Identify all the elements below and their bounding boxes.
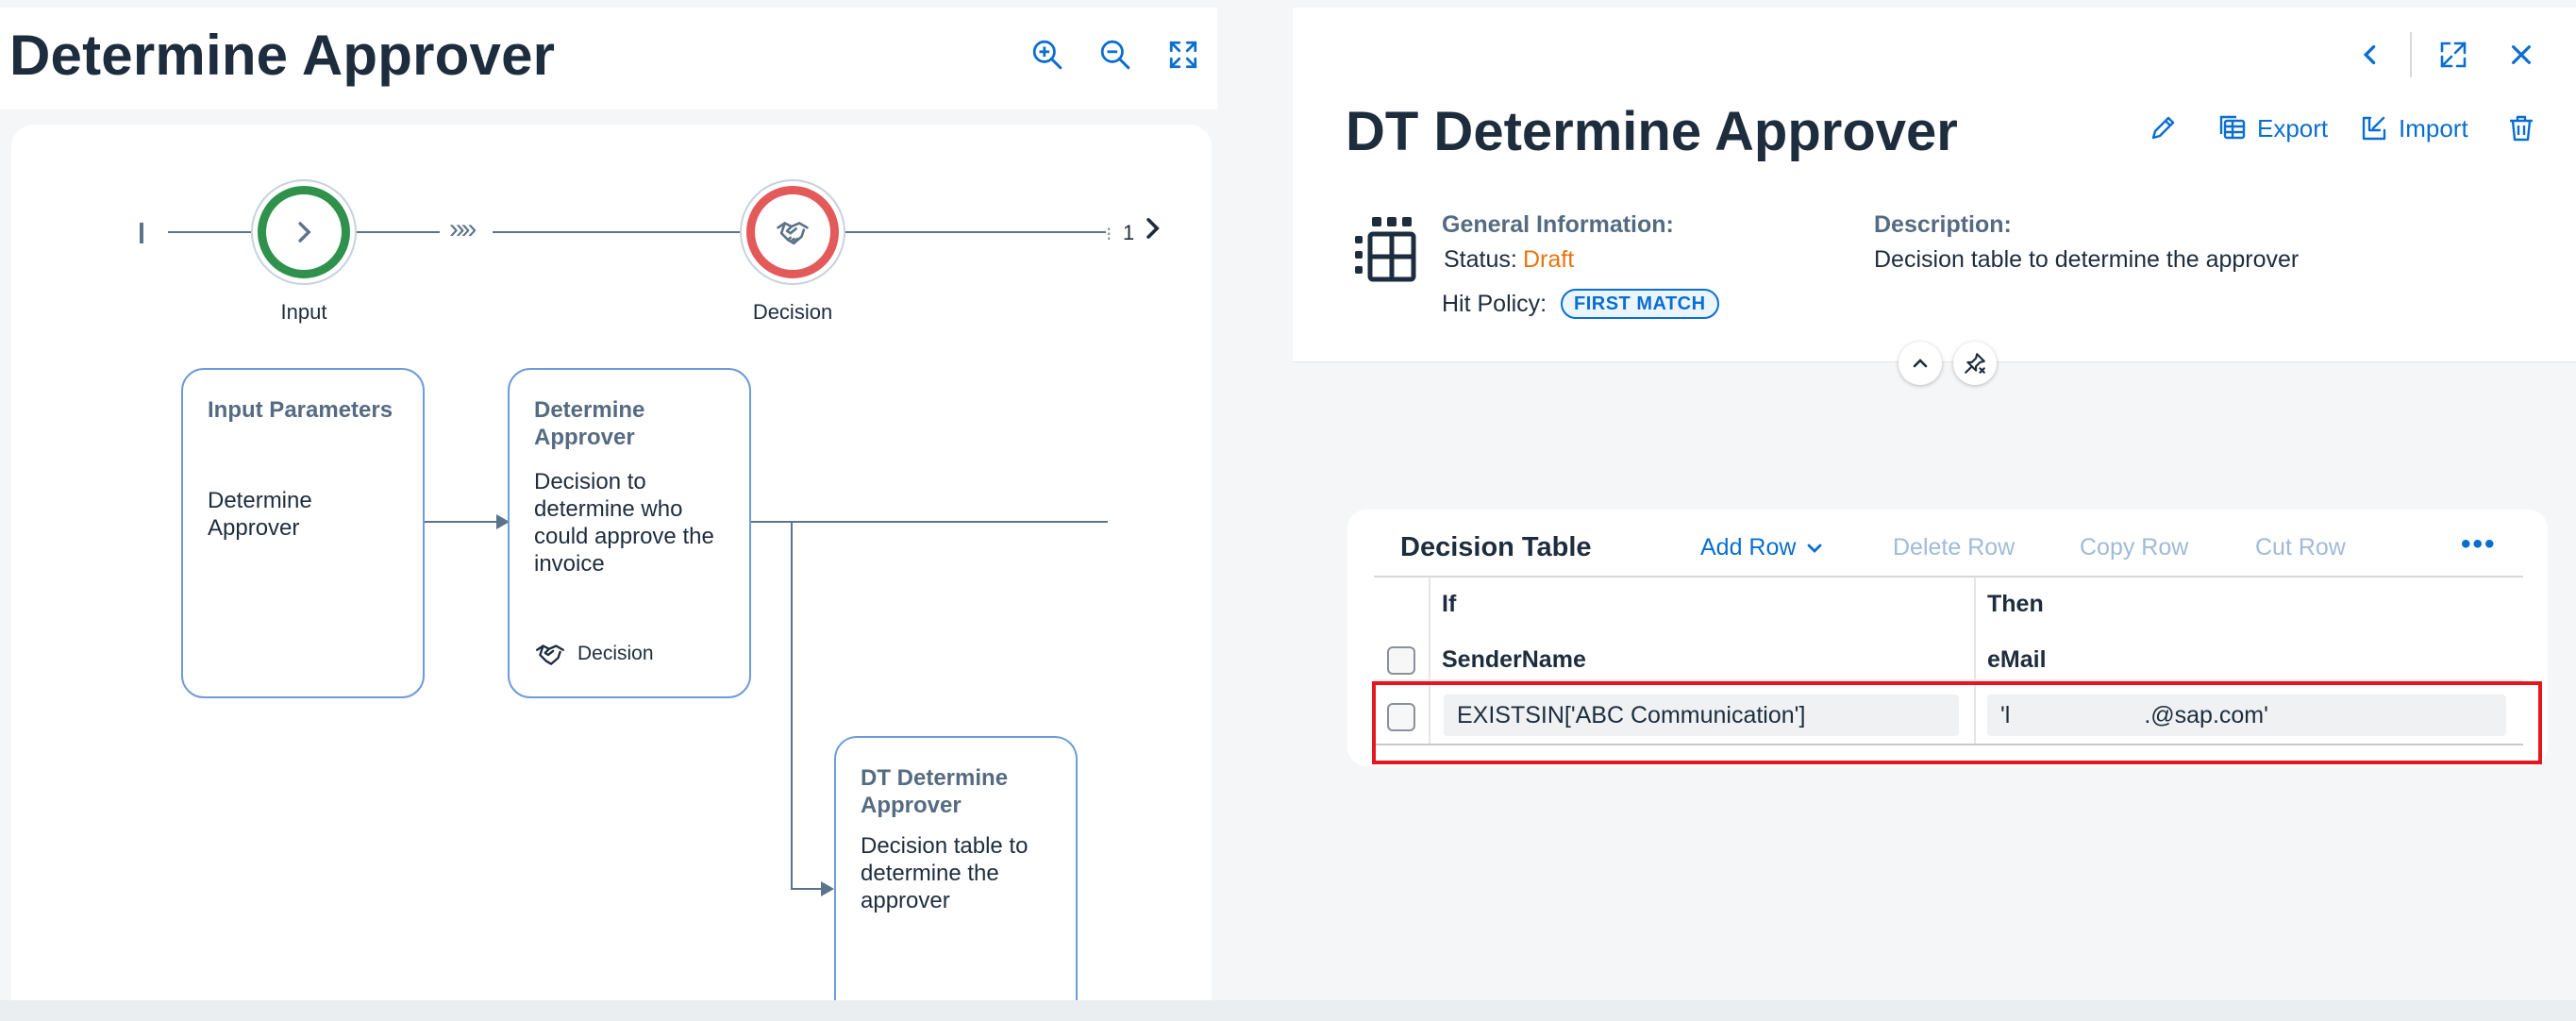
full-screen-icon	[2440, 42, 2467, 68]
column-header-email: eMail	[1987, 646, 2047, 673]
node-title: DT Determine Approver	[861, 765, 1009, 818]
fit-screen-button[interactable]	[1157, 28, 1210, 81]
import-icon	[2362, 116, 2386, 141]
timeline-connector	[493, 231, 740, 233]
status-value: Draft	[1523, 246, 1575, 273]
step-label-decision: Decision	[752, 300, 833, 324]
zoom-in-icon	[1032, 40, 1062, 70]
node-type: Decision	[534, 638, 654, 670]
then-group-header: Then	[1987, 591, 2044, 617]
edit-button[interactable]	[2148, 113, 2178, 143]
timeline-connector	[168, 231, 253, 233]
handshake-icon	[536, 644, 564, 665]
pencil-icon	[2151, 116, 2175, 140]
full-screen-button[interactable]	[2433, 34, 2474, 75]
timeline-connector	[844, 231, 1106, 233]
node-description: Decision to determine who could approve …	[534, 469, 714, 577]
overflow-menu-button[interactable]: •••	[2461, 528, 2497, 561]
flow-connector	[425, 521, 506, 523]
pin-icon	[1965, 353, 1985, 374]
timeline-connector	[355, 231, 440, 233]
decision-table-title: Decision Table	[1400, 532, 1592, 562]
handshake-icon	[777, 222, 809, 245]
page-title: Determine Approver	[9, 24, 556, 87]
node-title: Input Parameters	[208, 397, 393, 423]
pane-gutter	[1217, 0, 1293, 1000]
decision-table-icon	[1353, 215, 1419, 292]
step-label-input: Input	[280, 300, 327, 324]
node-type-label: Decision	[577, 643, 654, 664]
object-title: DT Determine Approver	[1346, 101, 1958, 162]
step-decision[interactable]	[740, 179, 845, 285]
import-label: Import	[2399, 113, 2468, 142]
copy-row-button[interactable]: Copy Row	[2080, 534, 2188, 561]
chevron-right-icon	[298, 222, 311, 243]
node-description: Determine Approver	[208, 488, 312, 541]
node-determine-approver[interactable]: Determine Approver Decision to determine…	[508, 368, 751, 698]
export-icon	[2219, 115, 2246, 140]
pin-header-button[interactable]	[1953, 342, 1997, 385]
more-icon: •••	[2461, 528, 2497, 560]
highlighted-row-annotation	[1372, 681, 2542, 764]
fit-screen-icon	[1169, 41, 1197, 69]
step-input[interactable]	[251, 179, 357, 285]
trash-icon	[2510, 115, 2533, 142]
flow-connector	[751, 521, 1108, 523]
if-group-header: If	[1442, 591, 1457, 617]
export-button[interactable]: Export	[2217, 113, 2328, 143]
timeline-overflow-icon: ⁝	[1106, 225, 1112, 245]
description-text: Decision table to determine the approver	[1874, 246, 2300, 273]
close-icon	[2512, 45, 2531, 64]
back-button[interactable]	[2351, 36, 2389, 74]
next-page-button[interactable]	[1140, 215, 1166, 247]
add-row-label: Add Row	[1700, 534, 1797, 561]
chevron-down-icon	[1808, 544, 1822, 553]
flow-connector	[791, 521, 793, 889]
cut-row-button[interactable]: Cut Row	[2255, 534, 2346, 561]
status-label: Status:	[1444, 246, 1517, 273]
hit-policy-label: Hit Policy:	[1442, 291, 1547, 317]
description-heading: Description:	[1874, 211, 2012, 238]
timeline-start-marker	[140, 223, 143, 243]
delete-button[interactable]	[2506, 113, 2536, 143]
header-divider	[2410, 32, 2412, 77]
column-header-sendername: SenderName	[1442, 646, 1586, 673]
import-button[interactable]: Import	[2359, 113, 2468, 143]
node-dt-determine-approver[interactable]: DT Determine Approver Decision table to …	[834, 736, 1078, 1021]
node-description: Decision table to determine the approver	[861, 833, 1029, 913]
page-number: 1	[1123, 221, 1135, 244]
export-label: Export	[2257, 113, 2329, 142]
node-title: Determine Approver	[534, 397, 645, 450]
zoom-in-button[interactable]	[1021, 28, 1074, 81]
node-input-parameters[interactable]: Input Parameters Determine Approver	[181, 368, 425, 698]
hit-policy-badge: FIRST MATCH	[1561, 289, 1719, 319]
more-steps-icon: »»	[449, 213, 477, 244]
table-header-divider	[1374, 576, 2523, 577]
zoom-out-icon	[1100, 40, 1130, 70]
add-row-button[interactable]: Add Row	[1700, 534, 1824, 561]
general-info-heading: General Information:	[1442, 211, 1674, 238]
chevron-left-icon	[2363, 44, 2376, 65]
collapse-header-button[interactable]	[1899, 342, 1942, 385]
chevron-right-icon	[1146, 218, 1160, 239]
delete-row-button[interactable]: Delete Row	[1893, 534, 2015, 561]
select-all-checkbox[interactable]	[1387, 646, 1415, 675]
close-button[interactable]	[2502, 36, 2540, 74]
bottom-bar	[0, 1000, 2576, 1021]
zoom-out-button[interactable]	[1089, 28, 1142, 81]
chevron-up-icon	[1913, 359, 1928, 368]
